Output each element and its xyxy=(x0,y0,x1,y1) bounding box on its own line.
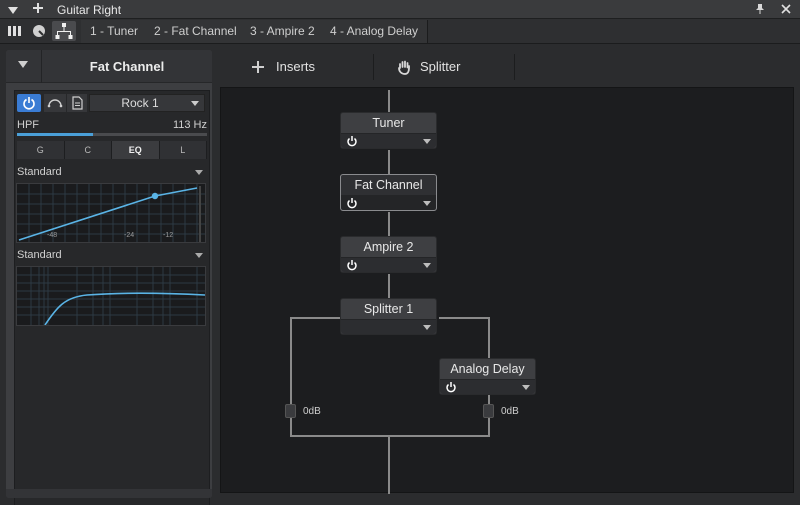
node-name: Analog Delay xyxy=(450,362,525,376)
dial-icon xyxy=(33,25,45,37)
compressor-mode-dropdown[interactable]: Standard xyxy=(17,164,207,180)
node-analog-delay[interactable]: Analog Delay xyxy=(439,358,536,395)
chevron-down-icon[interactable] xyxy=(423,139,431,144)
node-controls xyxy=(341,195,436,210)
preset-name: Rock 1 xyxy=(121,96,159,110)
node-name: Fat Channel xyxy=(354,178,423,192)
collapse-triangle-icon[interactable] xyxy=(8,4,18,18)
hpf-value: 113 Hz xyxy=(172,119,207,131)
node-name: Tuner xyxy=(372,116,405,130)
chevron-down-icon xyxy=(195,170,203,175)
node-fat-channel[interactable]: Fat Channel xyxy=(340,174,437,211)
hand-icon[interactable] xyxy=(396,59,412,78)
tab-divider xyxy=(514,54,515,80)
tab-analog-delay[interactable]: 4 - Analog Delay xyxy=(321,20,429,43)
device-panel: Fat Channel Rock 1 HPF 113 Hz G C EQ L S… xyxy=(6,50,212,505)
device-name: Fat Channel xyxy=(89,59,165,74)
device-panel-footer xyxy=(6,489,212,498)
chevron-down-icon xyxy=(191,101,199,106)
comp-tick-label: -48 xyxy=(47,232,58,239)
power-icon xyxy=(23,97,35,110)
node-name: Ampire 2 xyxy=(363,240,414,254)
node-controls xyxy=(440,379,535,394)
power-icon[interactable] xyxy=(346,259,358,271)
device-panel-header: Fat Channel xyxy=(6,50,212,83)
hpf-label: HPF xyxy=(17,119,39,131)
node-splitter-1[interactable]: Splitter 1 xyxy=(340,298,437,335)
tab-fat-channel[interactable]: 2 - Fat Channel xyxy=(145,20,247,43)
routing-panel: Inserts Splitter Tuner Fat Channel Ampir… xyxy=(214,50,800,505)
chevron-down-icon[interactable] xyxy=(423,325,431,330)
routing-icon xyxy=(55,23,73,39)
preset-file-button[interactable] xyxy=(67,94,87,112)
node-ampire-2[interactable]: Ampire 2 xyxy=(340,236,437,273)
compressor-curve-graph[interactable]: -48 -24 -12 xyxy=(16,183,206,243)
node-controls xyxy=(341,257,436,272)
chevron-down-icon[interactable] xyxy=(423,201,431,206)
fat-channel-device: Rock 1 HPF 113 Hz G C EQ L Standard -48 … xyxy=(14,90,210,505)
tab-ampire-2[interactable]: 3 - Ampire 2 xyxy=(241,20,325,43)
power-icon[interactable] xyxy=(445,381,457,393)
compressor-curve xyxy=(17,184,205,242)
comp-tick-label: -12 xyxy=(163,232,174,239)
pin-icon[interactable] xyxy=(754,3,766,18)
hpf-control[interactable]: HPF 113 Hz xyxy=(17,119,207,137)
close-icon[interactable] xyxy=(780,3,792,18)
plus-icon[interactable] xyxy=(32,2,44,17)
chevron-down-icon xyxy=(195,253,203,258)
tab-tuner[interactable]: 1 - Tuner xyxy=(81,20,149,43)
comp-tick-label: -24 xyxy=(124,232,135,239)
left-gain-fader[interactable] xyxy=(285,404,296,418)
collapse-triangle-icon[interactable] xyxy=(18,61,28,68)
node-tuner[interactable]: Tuner xyxy=(340,112,437,149)
power-icon[interactable] xyxy=(346,197,358,209)
inserts-tab[interactable]: Inserts xyxy=(276,50,315,84)
node-controls xyxy=(341,319,436,334)
routing-tabs: Inserts Splitter xyxy=(214,50,800,84)
eq-curve xyxy=(17,267,206,326)
mixer-view-button[interactable] xyxy=(3,21,27,41)
preset-row: Rock 1 xyxy=(15,93,211,113)
chevron-down-icon[interactable] xyxy=(423,263,431,268)
hpf-slider-track[interactable] xyxy=(17,133,207,136)
section-selector: G C EQ L xyxy=(17,141,207,159)
right-gain-fader[interactable] xyxy=(483,404,494,418)
section-eq-button[interactable]: EQ xyxy=(112,141,160,159)
device-power-button[interactable] xyxy=(17,94,41,112)
window-titlebar: Guitar Right xyxy=(0,0,800,19)
node-name: Splitter 1 xyxy=(363,302,414,316)
compare-icon xyxy=(47,99,63,108)
compressor-mode-label: Standard xyxy=(17,166,62,178)
routing-canvas[interactable]: Tuner Fat Channel Ampire 2 Splitter 1 An… xyxy=(220,87,794,494)
node-controls xyxy=(341,133,436,148)
eq-mode-label: Standard xyxy=(17,249,62,261)
routing-view-button[interactable] xyxy=(52,21,76,41)
section-limiter-button[interactable]: L xyxy=(159,141,207,159)
left-gain-value: 0dB xyxy=(303,406,321,417)
ab-compare-button[interactable] xyxy=(44,94,66,112)
hpf-slider-fill xyxy=(17,133,93,136)
signal-wires xyxy=(290,90,490,494)
plus-icon[interactable] xyxy=(252,61,264,76)
right-gain-value: 0dB xyxy=(501,406,519,417)
eq-curve-graph[interactable] xyxy=(16,266,206,326)
splitter-tab[interactable]: Splitter xyxy=(420,50,460,84)
mixer-icon xyxy=(8,26,21,36)
preset-selector[interactable]: Rock 1 xyxy=(89,94,205,112)
section-gate-button[interactable]: G xyxy=(17,141,65,159)
browser-view-button[interactable] xyxy=(27,21,51,41)
power-icon[interactable] xyxy=(346,135,358,147)
eq-mode-dropdown[interactable]: Standard xyxy=(17,247,207,263)
document-icon xyxy=(72,96,83,110)
section-compressor-button[interactable]: C xyxy=(64,141,112,159)
device-toolbar: 1 - Tuner 2 - Fat Channel 3 - Ampire 2 4… xyxy=(0,19,800,44)
chevron-down-icon[interactable] xyxy=(522,385,530,390)
window-title: Guitar Right xyxy=(57,3,122,17)
tab-divider xyxy=(373,54,374,80)
